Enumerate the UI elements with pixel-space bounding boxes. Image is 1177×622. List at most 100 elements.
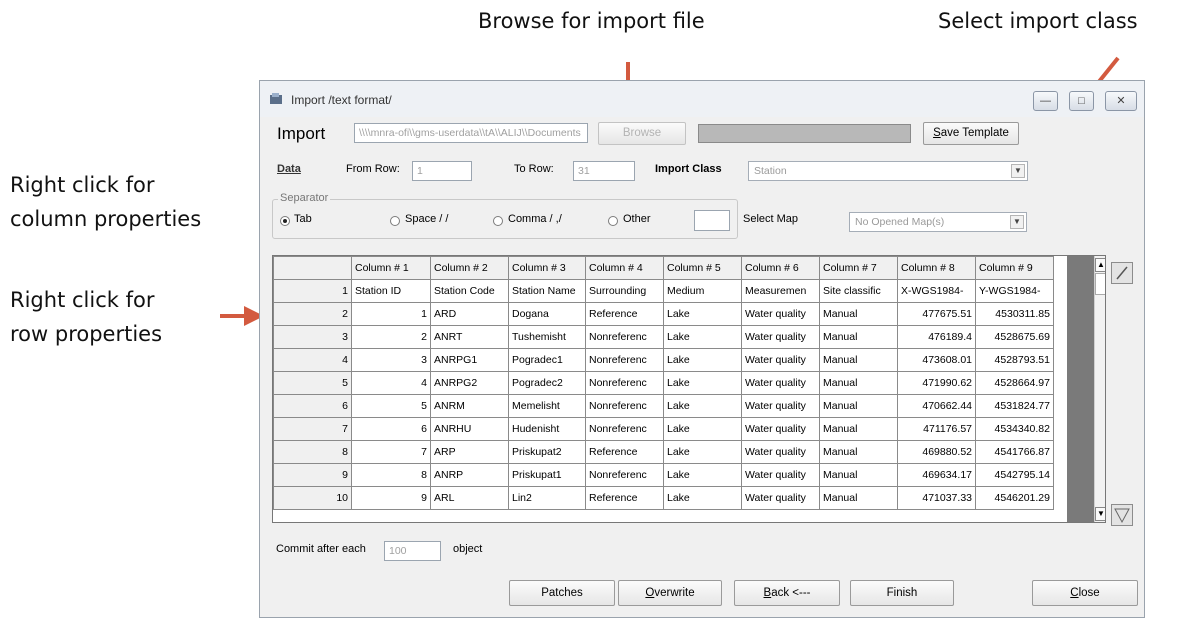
column-header[interactable]: Column # 5 xyxy=(663,256,742,280)
table-cell[interactable]: 469880.52 xyxy=(897,440,976,464)
table-cell[interactable]: X-WGS1984- xyxy=(897,279,976,303)
table-cell[interactable]: 9 xyxy=(351,486,431,510)
radio-tab[interactable] xyxy=(280,216,290,226)
column-header[interactable]: Column # 4 xyxy=(585,256,664,280)
row-header[interactable]: 9 xyxy=(273,463,352,487)
table-cell[interactable]: Water quality xyxy=(741,463,820,487)
table-cell[interactable]: Lake xyxy=(663,440,742,464)
row-header[interactable]: 10 xyxy=(273,486,352,510)
grid-corner-cell[interactable] xyxy=(273,256,352,280)
resize-side-button-top[interactable] xyxy=(1111,262,1133,284)
minimize-button[interactable]: — xyxy=(1033,91,1058,111)
table-cell[interactable]: 4546201.29 xyxy=(975,486,1054,510)
table-cell[interactable]: Nonreferenc xyxy=(585,463,664,487)
table-cell[interactable]: 2 xyxy=(351,325,431,349)
table-cell[interactable]: 470662.44 xyxy=(897,394,976,418)
patches-button[interactable]: Patches xyxy=(509,580,615,606)
table-cell[interactable]: Water quality xyxy=(741,440,820,464)
row-header[interactable]: 8 xyxy=(273,440,352,464)
browse-button[interactable]: Browse xyxy=(598,122,686,145)
table-cell[interactable]: Manual xyxy=(819,348,898,372)
select-map-select[interactable]: No Opened Map(s) ▼ xyxy=(849,212,1027,232)
column-header[interactable]: Column # 1 xyxy=(351,256,431,280)
commit-count-input[interactable]: 100 xyxy=(384,541,441,561)
table-cell[interactable]: ANRT xyxy=(430,325,509,349)
scroll-thumb[interactable] xyxy=(1095,273,1105,295)
table-cell[interactable]: Pogradec2 xyxy=(508,371,586,395)
table-cell[interactable]: Manual xyxy=(819,371,898,395)
table-cell[interactable]: 471990.62 xyxy=(897,371,976,395)
table-cell[interactable]: 7 xyxy=(351,440,431,464)
radio-comma[interactable] xyxy=(493,216,503,226)
table-cell[interactable]: Nonreferenc xyxy=(585,417,664,441)
table-cell[interactable]: Hudenisht xyxy=(508,417,586,441)
table-cell[interactable]: ANRP xyxy=(430,463,509,487)
table-cell[interactable]: Dogana xyxy=(508,302,586,326)
finish-button[interactable]: Finish xyxy=(850,580,954,606)
table-cell[interactable]: ARP xyxy=(430,440,509,464)
table-cell[interactable]: Lake xyxy=(663,325,742,349)
table-cell[interactable]: Lake xyxy=(663,302,742,326)
table-cell[interactable]: 477675.51 xyxy=(897,302,976,326)
table-cell[interactable]: Water quality xyxy=(741,325,820,349)
column-header[interactable]: Column # 3 xyxy=(508,256,586,280)
row-header[interactable]: 1 xyxy=(273,279,352,303)
import-class-select[interactable]: Station ▼ xyxy=(748,161,1028,181)
column-header[interactable]: Column # 8 xyxy=(897,256,976,280)
table-cell[interactable]: Nonreferenc xyxy=(585,394,664,418)
table-cell[interactable]: Manual xyxy=(819,486,898,510)
vertical-scrollbar[interactable]: ▲ ▼ xyxy=(1094,256,1105,522)
maximize-button[interactable]: □ xyxy=(1069,91,1094,111)
table-cell[interactable]: Priskupat1 xyxy=(508,463,586,487)
overwrite-button[interactable]: Overwrite xyxy=(618,580,722,606)
table-cell[interactable]: 6 xyxy=(351,417,431,441)
table-cell[interactable]: Manual xyxy=(819,440,898,464)
close-button[interactable]: Close xyxy=(1032,580,1138,606)
table-cell[interactable]: 471037.33 xyxy=(897,486,976,510)
table-cell[interactable]: Site classific xyxy=(819,279,898,303)
table-cell[interactable]: Memelisht xyxy=(508,394,586,418)
table-cell[interactable]: Lake xyxy=(663,348,742,372)
other-separator-input[interactable] xyxy=(694,210,730,231)
table-cell[interactable]: ANRPG2 xyxy=(430,371,509,395)
table-cell[interactable]: 4528793.51 xyxy=(975,348,1054,372)
row-header[interactable]: 4 xyxy=(273,348,352,372)
table-cell[interactable]: ANRPG1 xyxy=(430,348,509,372)
close-window-button[interactable]: ✕ xyxy=(1105,91,1137,111)
table-cell[interactable]: Nonreferenc xyxy=(585,325,664,349)
row-header[interactable]: 7 xyxy=(273,417,352,441)
table-cell[interactable]: Y-WGS1984- xyxy=(975,279,1054,303)
from-row-input[interactable]: 1 xyxy=(412,161,472,181)
table-cell[interactable]: Water quality xyxy=(741,394,820,418)
scroll-down-icon[interactable]: ▼ xyxy=(1095,507,1105,521)
resize-side-button-bottom[interactable] xyxy=(1111,504,1133,526)
table-cell[interactable]: Water quality xyxy=(741,417,820,441)
import-grid[interactable]: Column # 1 Column # 2 Column # 3 Column # 4… xyxy=(272,255,1106,523)
table-cell[interactable]: Water quality xyxy=(741,371,820,395)
table-cell[interactable]: Water quality xyxy=(741,348,820,372)
table-cell[interactable]: Reference xyxy=(585,440,664,464)
table-cell[interactable]: 471176.57 xyxy=(897,417,976,441)
import-path-field[interactable]: \\\\mnra-ofi\\gms-userdata\\tA\\ALIJ\\Do… xyxy=(354,123,588,143)
table-cell[interactable]: 4528675.69 xyxy=(975,325,1054,349)
table-cell[interactable]: Measuremen xyxy=(741,279,820,303)
table-cell[interactable]: 4534340.82 xyxy=(975,417,1054,441)
table-cell[interactable]: Manual xyxy=(819,417,898,441)
table-cell[interactable]: Station Name xyxy=(508,279,586,303)
table-cell[interactable]: Station Code xyxy=(430,279,509,303)
table-cell[interactable]: 8 xyxy=(351,463,431,487)
table-cell[interactable]: 3 xyxy=(351,348,431,372)
column-header[interactable]: Column # 2 xyxy=(430,256,509,280)
radio-space[interactable] xyxy=(390,216,400,226)
table-cell[interactable]: Lake xyxy=(663,394,742,418)
table-cell[interactable]: 4530311.85 xyxy=(975,302,1054,326)
table-cell[interactable]: ANRM xyxy=(430,394,509,418)
table-cell[interactable]: Lake xyxy=(663,371,742,395)
column-header[interactable]: Column # 6 xyxy=(741,256,820,280)
table-cell[interactable]: Manual xyxy=(819,302,898,326)
table-cell[interactable]: Manual xyxy=(819,463,898,487)
table-cell[interactable]: Priskupat2 xyxy=(508,440,586,464)
table-cell[interactable]: 476189.4 xyxy=(897,325,976,349)
table-cell[interactable]: Pogradec1 xyxy=(508,348,586,372)
table-cell[interactable]: Surrounding xyxy=(585,279,664,303)
